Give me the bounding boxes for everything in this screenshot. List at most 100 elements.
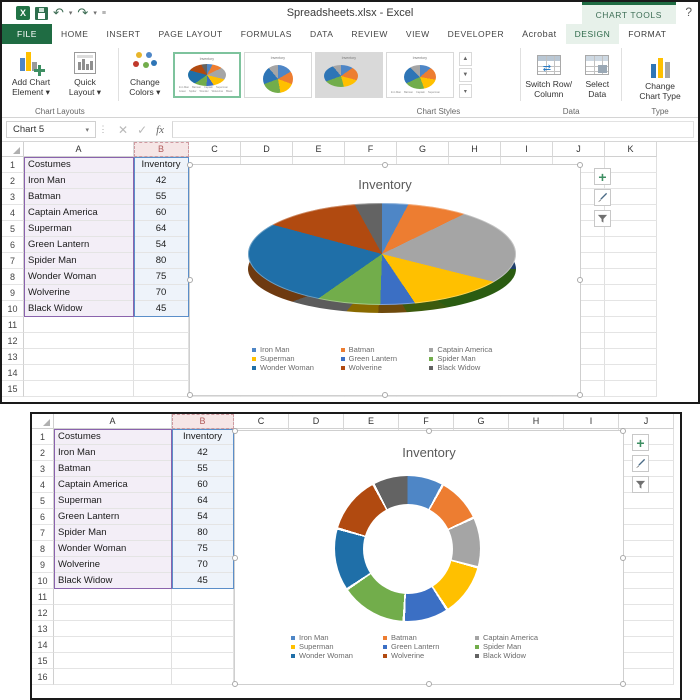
cell-b2[interactable]: 42: [134, 173, 189, 189]
cell-a7[interactable]: Spider Man: [24, 253, 134, 269]
legend-item[interactable]: Iron Man: [291, 633, 383, 642]
cell-b9[interactable]: 70: [134, 285, 189, 301]
legend-item[interactable]: Spider Man: [429, 354, 518, 363]
help-icon[interactable]: ?: [685, 5, 692, 19]
cell-K13[interactable]: [605, 349, 657, 365]
cell-a6[interactable]: Green Lantern: [54, 509, 172, 525]
gallery-scroll-down[interactable]: ▼: [458, 68, 472, 82]
cell-A15[interactable]: [54, 653, 172, 669]
cell-K1[interactable]: [605, 157, 657, 173]
column-header-e[interactable]: E: [344, 414, 399, 429]
switch-row-column-button[interactable]: ⇄ Switch Row/ Column: [521, 50, 576, 100]
tab-developer[interactable]: DEVELOPER: [439, 24, 513, 44]
column-header-b[interactable]: B: [172, 414, 234, 429]
row-header[interactable]: 11: [2, 317, 24, 333]
cell-a1[interactable]: Costumes: [54, 429, 172, 445]
gallery-scroll-up[interactable]: ▲: [458, 52, 472, 66]
chart-styles-button[interactable]: [594, 189, 611, 206]
cell-b7[interactable]: 80: [134, 253, 189, 269]
cell-a1[interactable]: Costumes: [24, 157, 134, 173]
row-header[interactable]: 5: [32, 493, 54, 509]
chart-styles-gallery[interactable]: Inventory Iron Man Batman Captain Superman G…: [171, 48, 474, 98]
tab-view[interactable]: VIEW: [397, 24, 439, 44]
cell-A15[interactable]: [24, 381, 134, 397]
cancel-icon[interactable]: ✕: [118, 123, 128, 137]
row-header[interactable]: 14: [2, 365, 24, 381]
gallery-scroll-buttons[interactable]: ▲ ▼ ▾: [458, 52, 472, 98]
cell-a10[interactable]: Black Widow: [24, 301, 134, 317]
row-header[interactable]: 3: [2, 189, 24, 205]
cell-b8[interactable]: 75: [172, 541, 234, 557]
chart-style-thumbnail-3[interactable]: Inventory: [314, 52, 383, 98]
tab-page-layout[interactable]: PAGE LAYOUT: [149, 24, 231, 44]
cell-b7[interactable]: 80: [172, 525, 234, 541]
column-header-d[interactable]: D: [241, 142, 293, 157]
cell-K10[interactable]: [605, 301, 657, 317]
column-header-a[interactable]: A: [24, 142, 134, 157]
column-header-g[interactable]: G: [397, 142, 449, 157]
cell-b5[interactable]: 64: [172, 493, 234, 509]
row-header[interactable]: 1: [32, 429, 54, 445]
row-header[interactable]: 7: [32, 525, 54, 541]
column-header-k[interactable]: K: [605, 142, 657, 157]
cell-J15[interactable]: [619, 653, 674, 669]
chart-side-buttons-top[interactable]: +: [594, 168, 611, 227]
select-all-corner[interactable]: [32, 414, 54, 429]
tab-data[interactable]: DATA: [301, 24, 342, 44]
cell-a7[interactable]: Spider Man: [54, 525, 172, 541]
select-all-corner[interactable]: [2, 142, 24, 157]
cell-a4[interactable]: Captain America: [54, 477, 172, 493]
cell-a5[interactable]: Superman: [54, 493, 172, 509]
resize-handle[interactable]: [382, 392, 388, 398]
tab-formulas[interactable]: FORMULAS: [232, 24, 301, 44]
legend-item[interactable]: Green Lantern: [383, 642, 475, 651]
row-header[interactable]: 9: [32, 557, 54, 573]
chart-style-thumbnail-2[interactable]: Inventory: [243, 52, 312, 98]
tab-design[interactable]: DESIGN: [565, 24, 620, 44]
cell-b3[interactable]: 55: [172, 461, 234, 477]
cell-b10[interactable]: 45: [172, 573, 234, 589]
legend-item[interactable]: Wonder Woman: [252, 363, 341, 372]
row-header[interactable]: 1: [2, 157, 24, 173]
cell-a8[interactable]: Wonder Woman: [24, 269, 134, 285]
cell-b10[interactable]: 45: [134, 301, 189, 317]
cell-B13[interactable]: [134, 349, 189, 365]
cell-B13[interactable]: [172, 621, 234, 637]
column-header-g[interactable]: G: [454, 414, 509, 429]
row-header[interactable]: 5: [2, 221, 24, 237]
chart-legend-pie[interactable]: Iron Man Batman Captain America Superman…: [190, 345, 580, 372]
legend-item[interactable]: Wolverine: [383, 651, 475, 660]
cell-A11[interactable]: [24, 317, 134, 333]
cell-B12[interactable]: [134, 333, 189, 349]
cell-B11[interactable]: [172, 589, 234, 605]
cell-b4[interactable]: 60: [172, 477, 234, 493]
cell-J6[interactable]: [619, 509, 674, 525]
column-header-c[interactable]: C: [189, 142, 241, 157]
column-header-h[interactable]: H: [449, 142, 501, 157]
legend-item[interactable]: Spider Man: [475, 642, 567, 651]
chevron-down-icon[interactable]: ▾: [97, 87, 101, 97]
row-header[interactable]: 16: [32, 669, 54, 685]
cell-B15[interactable]: [172, 653, 234, 669]
tab-format[interactable]: FORMAT: [619, 24, 675, 44]
cell-K8[interactable]: [605, 269, 657, 285]
pie-3d-plot-area[interactable]: [248, 203, 516, 331]
row-header[interactable]: 13: [32, 621, 54, 637]
cell-B14[interactable]: [172, 637, 234, 653]
column-header-i[interactable]: I: [564, 414, 619, 429]
cell-J11[interactable]: [619, 589, 674, 605]
cell-b2[interactable]: 42: [172, 445, 234, 461]
chart-side-buttons-bottom[interactable]: +: [632, 434, 649, 493]
row-header[interactable]: 14: [32, 637, 54, 653]
ribbon-tab-strip[interactable]: FILE HOME INSERT PAGE LAYOUT FORMULAS DA…: [2, 24, 698, 44]
change-colors-button[interactable]: Change Colors ▾: [119, 48, 171, 98]
resize-handle[interactable]: [187, 277, 193, 283]
row-header[interactable]: 4: [32, 477, 54, 493]
chart-style-thumbnail-1[interactable]: Inventory Iron Man Batman Captain Superman G…: [172, 52, 241, 98]
chart-object-doughnut[interactable]: Inventory Iron Man Batman Captain Americ…: [232, 428, 626, 687]
resize-handle[interactable]: [426, 681, 432, 687]
cell-K12[interactable]: [605, 333, 657, 349]
cell-a10[interactable]: Black Widow: [54, 573, 172, 589]
name-box[interactable]: Chart 5 ▾: [6, 121, 96, 138]
cell-J13[interactable]: [619, 621, 674, 637]
